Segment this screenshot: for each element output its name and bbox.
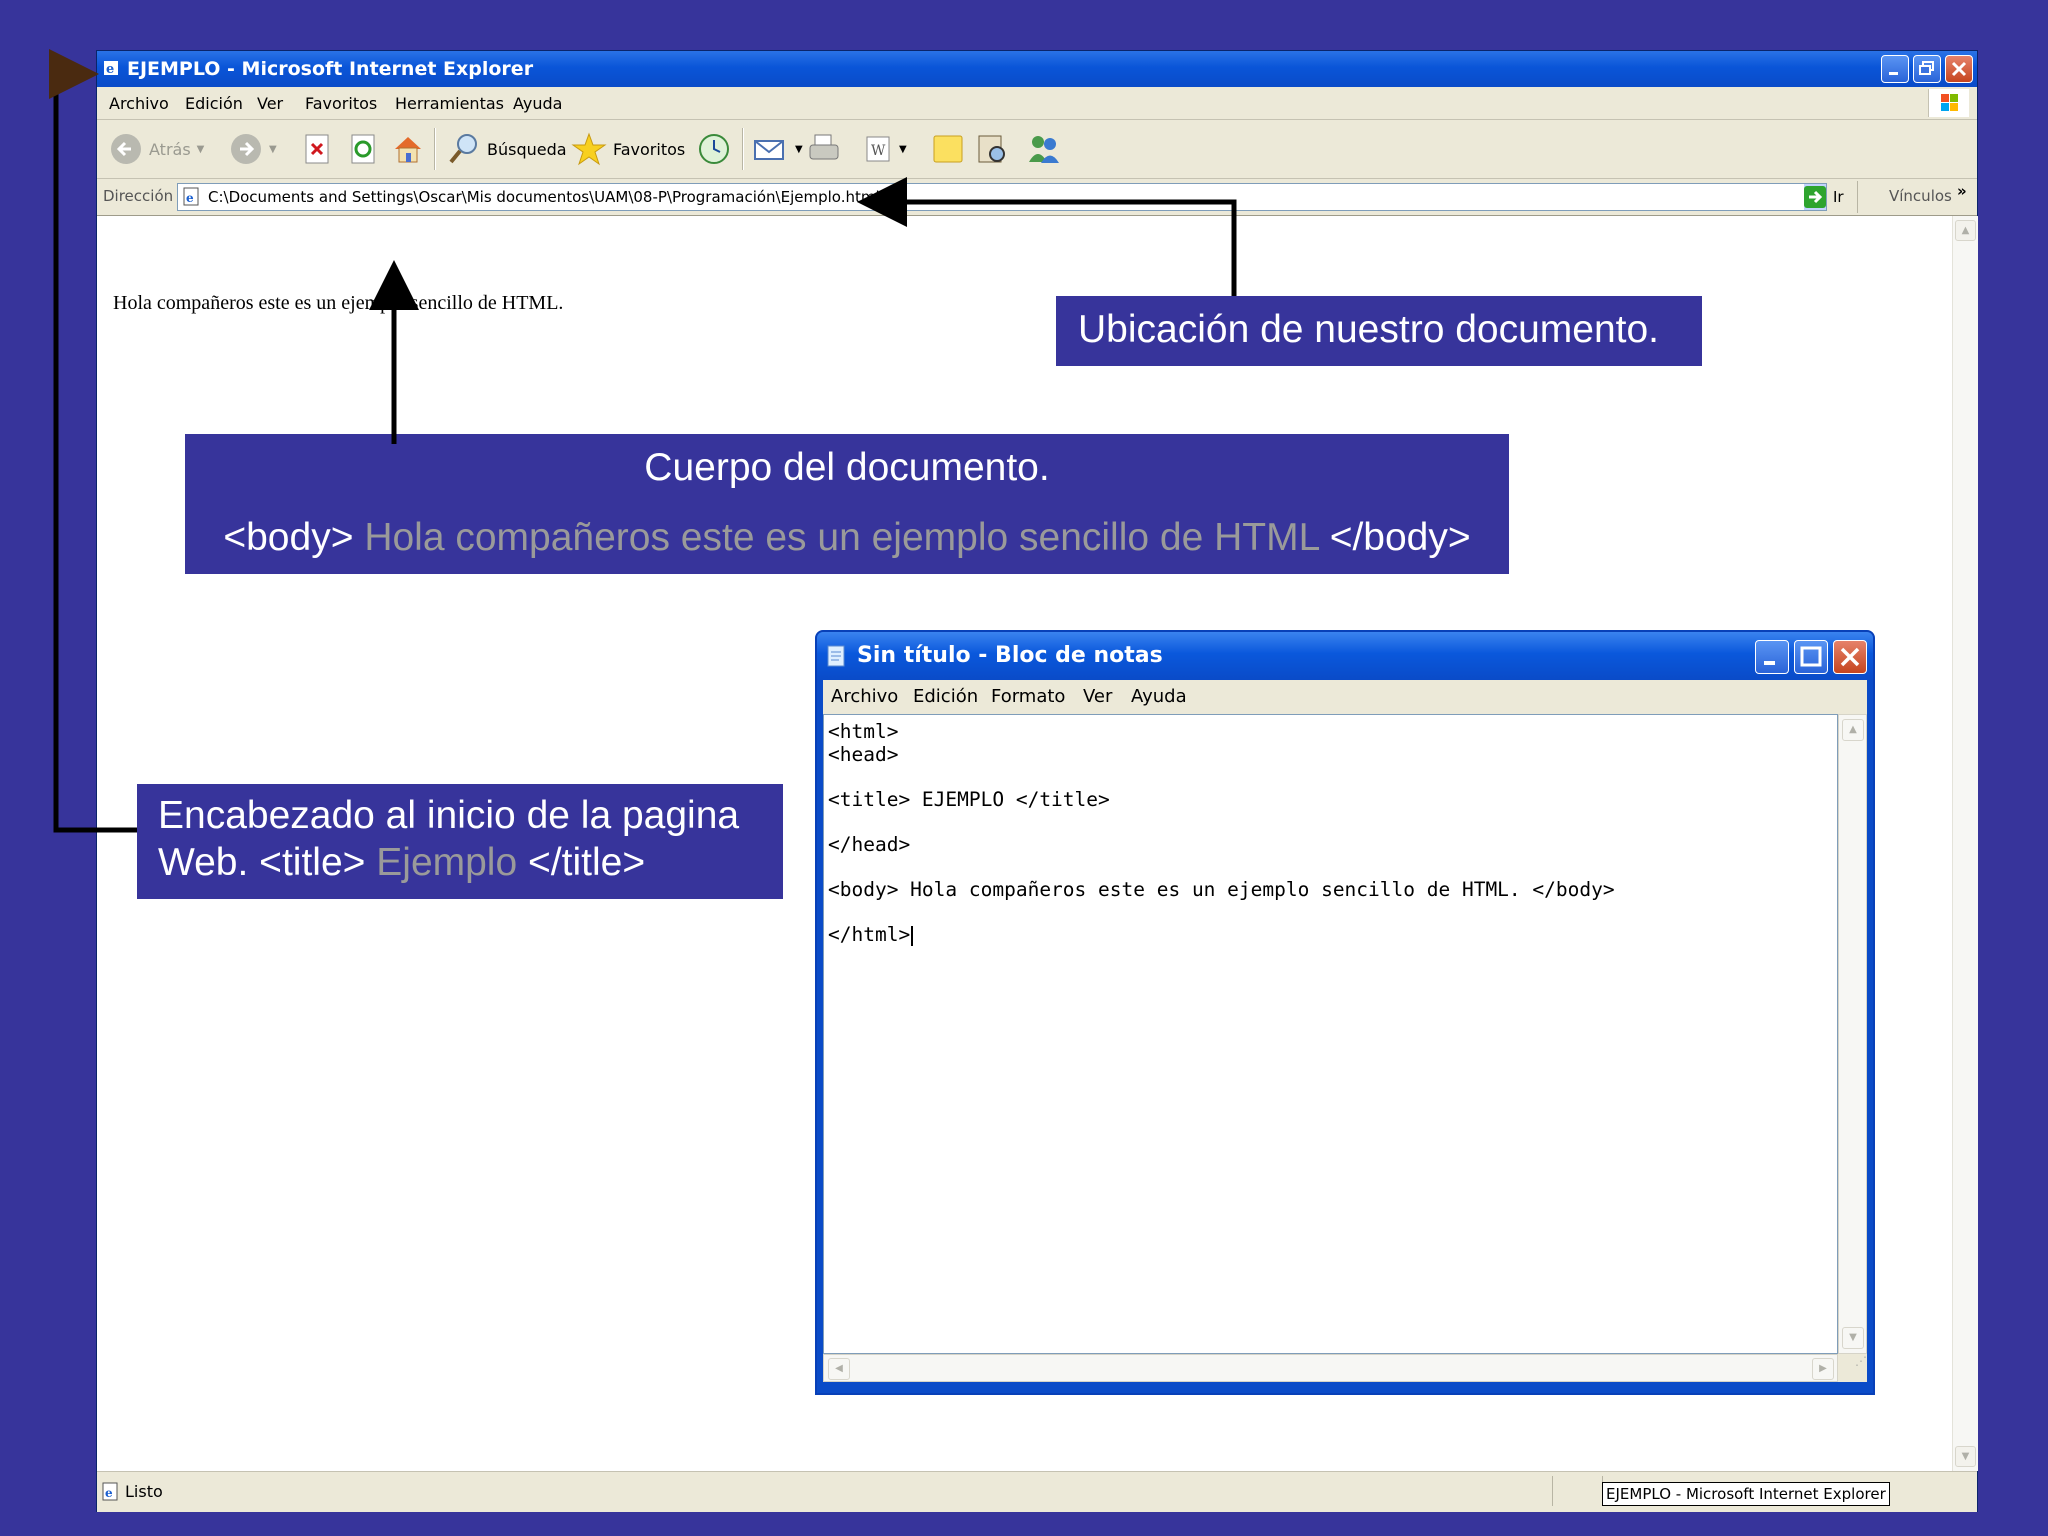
annotation-arrows bbox=[49, 49, 1237, 833]
arrow-to-window-title bbox=[49, 49, 137, 833]
arrow-to-address bbox=[857, 177, 1237, 296]
